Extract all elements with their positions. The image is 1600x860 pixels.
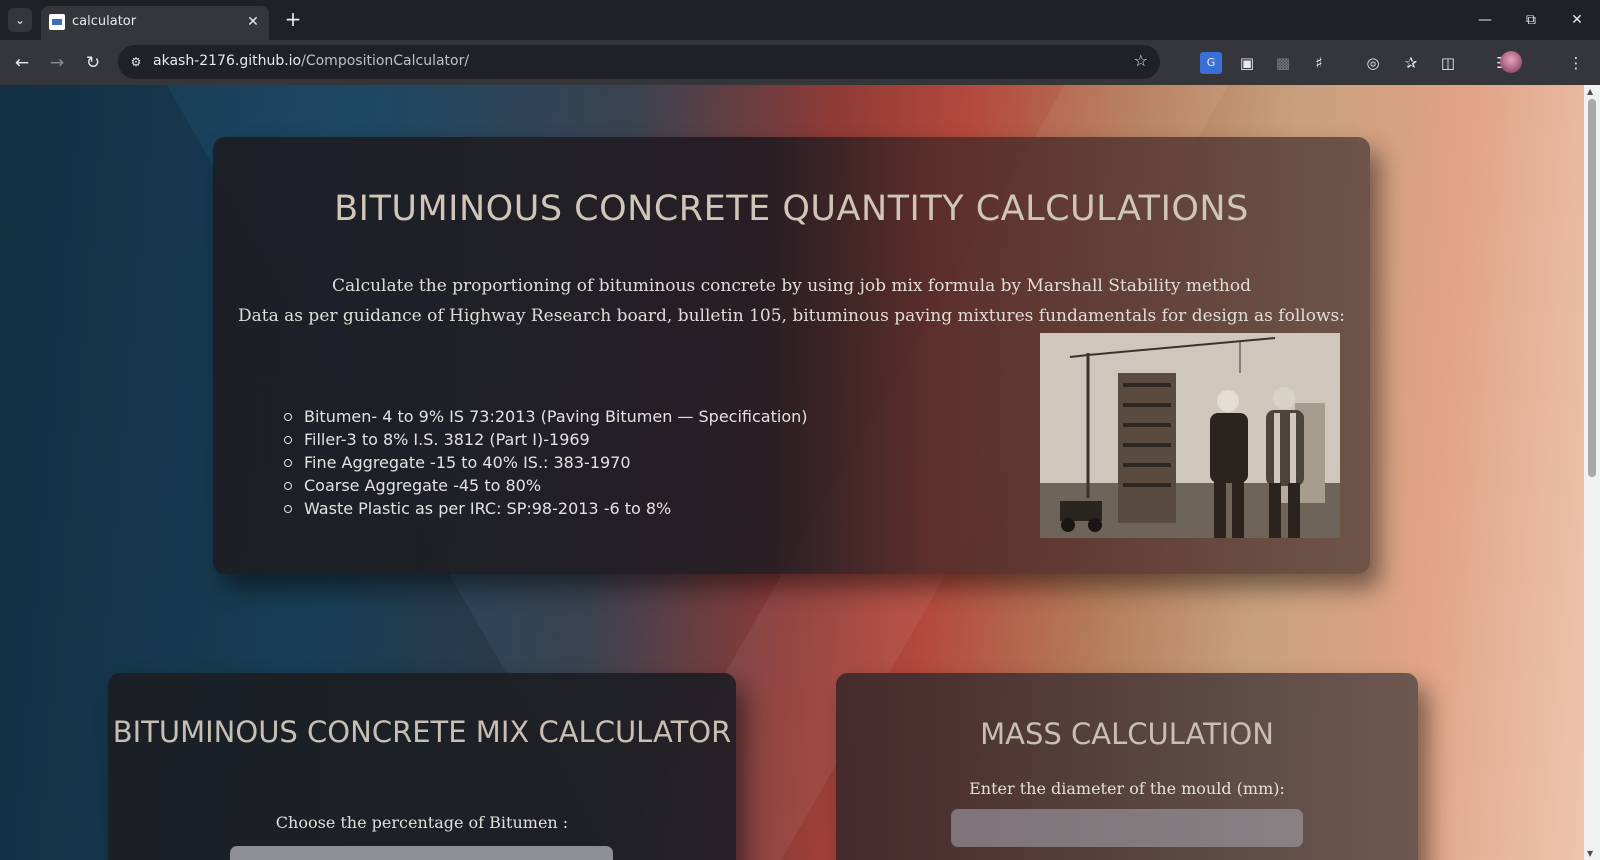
profile-avatar[interactable] [1500, 51, 1522, 73]
browser-menu-icon[interactable]: ⋮ [1565, 52, 1587, 74]
bitumen-percentage-label: Choose the percentage of Bitumen : [275, 813, 569, 832]
url-host: akash-2176.github.io [153, 53, 302, 69]
url-text: akash-2176.github.io/CompositionCalculat… [153, 53, 469, 69]
list-item-fine-aggregate: Fine Aggregate -15 to 40% IS.: 383-1970 [283, 451, 807, 474]
reading-mode-icon[interactable]: ▣ [1236, 52, 1258, 74]
page-scrollbar[interactable]: ▲ ▼ [1584, 85, 1600, 860]
mould-diameter-input[interactable] [951, 809, 1303, 847]
bitumen-percentage-select[interactable] [230, 846, 613, 860]
mould-diameter-label: Enter the diameter of the mould (mm): [969, 779, 1285, 798]
list-item-waste-plastic: Waste Plastic as per IRC: SP:98-2013 -6 … [283, 497, 807, 520]
intro-reference: Data as per guidance of Highway Research… [238, 306, 1345, 326]
mix-calculator-title: BITUMINOUS CONCRETE MIX CALCULATOR [112, 715, 732, 749]
list-item-coarse-aggregate: Coarse Aggregate -45 to 80% [283, 474, 807, 497]
mass-calculation-card: MASS CALCULATION Enter the diameter of t… [836, 673, 1418, 860]
tab-search-chevron-icon[interactable]: ⌄ [8, 8, 32, 32]
intro-description: Calculate the proportioning of bituminou… [332, 276, 1251, 296]
composition-list: Bitumen- 4 to 9% IS 73:2013 (Paving Bitu… [283, 405, 807, 520]
new-tab-icon[interactable]: + [281, 8, 305, 32]
scroll-up-arrow-icon[interactable]: ▲ [1587, 87, 1593, 96]
site-settings-icon[interactable]: ⚙ [126, 52, 146, 72]
list-item-bitumen: Bitumen- 4 to 9% IS 73:2013 (Paving Bitu… [283, 405, 807, 428]
page-title: BITUMINOUS CONCRETE QUANTITY CALCULATION… [334, 189, 1249, 229]
forward-arrow-icon[interactable]: → [43, 49, 71, 77]
restore-window-icon[interactable]: ⧉ [1508, 6, 1554, 34]
split-view-icon[interactable]: ◫ [1437, 52, 1459, 74]
close-tab-icon[interactable]: ✕ [243, 12, 263, 32]
mass-calculation-title: MASS CALCULATION [980, 717, 1274, 751]
browser-tab-active[interactable]: calculator ✕ [41, 6, 269, 40]
address-bar[interactable]: ⚙ akash-2176.github.io/CompositionCalcul… [118, 45, 1160, 79]
minimize-window-icon[interactable]: — [1462, 6, 1508, 34]
tab-title: calculator [72, 14, 137, 29]
browser-toolbar: ← → ↻ ⚙ akash-2176.github.io/Composition… [0, 40, 1600, 85]
favorites-star-icon[interactable]: ✰ [1400, 52, 1422, 74]
browser-tab-bar: ⌄ calculator ✕ + — ⧉ ✕ [0, 0, 1600, 40]
back-arrow-icon[interactable]: ← [8, 49, 36, 77]
intro-card: BITUMINOUS CONCRETE QUANTITY CALCULATION… [213, 137, 1370, 574]
construction-workers-image [1040, 333, 1340, 538]
close-window-icon[interactable]: ✕ [1554, 6, 1600, 34]
site-favicon-icon [49, 14, 65, 30]
extensions-puzzle-icon[interactable]: ♯ [1308, 52, 1330, 74]
scrollbar-thumb[interactable] [1588, 99, 1596, 477]
scroll-down-arrow-icon[interactable]: ▼ [1587, 849, 1593, 858]
reload-icon[interactable]: ↻ [79, 49, 107, 77]
mix-calculator-card: BITUMINOUS CONCRETE MIX CALCULATOR Choos… [108, 673, 736, 860]
construction-illustration [1040, 333, 1340, 538]
page-viewport: BITUMINOUS CONCRETE QUANTITY CALCULATION… [0, 85, 1600, 860]
translate-extension-icon[interactable]: G [1200, 52, 1222, 74]
bookmark-star-icon[interactable]: ☆ [1134, 51, 1148, 70]
screenshot-lens-icon[interactable]: ◎ [1362, 52, 1384, 74]
list-item-filler: Filler-3 to 8% I.S. 3812 (Part I)-1969 [283, 428, 807, 451]
extension-disabled-icon[interactable]: ▩ [1272, 52, 1294, 74]
url-path: /CompositionCalculator/ [301, 53, 470, 69]
